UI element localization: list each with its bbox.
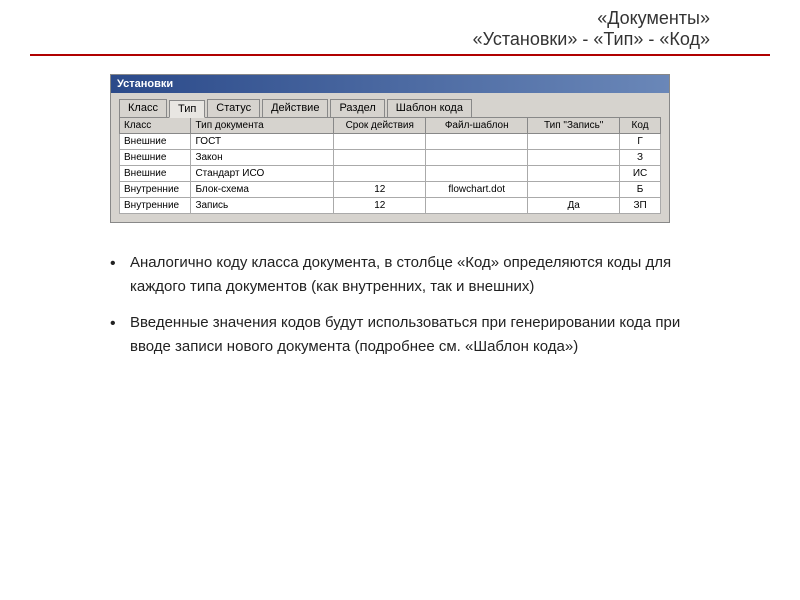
cell-doctype[interactable]: Стандарт ИСО <box>191 166 334 182</box>
table-row[interactable]: ВнутренниеЗапись12 ДаЗП <box>120 198 661 214</box>
bullet-item: Аналогично коду класса документа, в стол… <box>110 251 710 299</box>
cell-kod[interactable]: Г <box>620 134 661 150</box>
cell-klass[interactable]: Внешние <box>120 166 191 182</box>
col-header-doctype[interactable]: Тип документа <box>191 118 334 134</box>
cell-kod[interactable]: ИС <box>620 166 661 182</box>
table-row[interactable]: ВнутренниеБлок-схема12flowchart.dot Б <box>120 182 661 198</box>
cell-file[interactable] <box>426 150 528 166</box>
table-row[interactable]: ВнешниеГОСТ Г <box>120 134 661 150</box>
cell-srok[interactable] <box>334 134 426 150</box>
tab-strip: Класс Тип Статус Действие Раздел Шаблон … <box>111 93 669 117</box>
tab-action[interactable]: Действие <box>262 99 328 117</box>
col-header-validity[interactable]: Срок действия <box>334 118 426 134</box>
cell-file[interactable] <box>426 198 528 214</box>
cell-zapis[interactable] <box>528 166 620 182</box>
cell-doctype[interactable]: Блок-схема <box>191 182 334 198</box>
cell-srok[interactable] <box>334 166 426 182</box>
cell-zapis[interactable] <box>528 134 620 150</box>
settings-window: Установки Класс Тип Статус Действие Разд… <box>110 74 670 223</box>
cell-srok[interactable] <box>334 150 426 166</box>
tab-class[interactable]: Класс <box>119 99 167 117</box>
divider <box>30 54 770 56</box>
bullet-list: Аналогично коду класса документа, в стол… <box>110 251 710 359</box>
cell-doctype[interactable]: Закон <box>191 150 334 166</box>
bullet-item: Введенные значения кодов будут использов… <box>110 311 710 359</box>
window-titlebar: Установки <box>111 75 669 93</box>
page-title: «Документы» <box>30 8 710 29</box>
cell-file[interactable] <box>426 166 528 182</box>
cell-kod[interactable]: ЗП <box>620 198 661 214</box>
cell-zapis[interactable]: Да <box>528 198 620 214</box>
table-header-row: Класс Тип документа Срок действия Файл-ш… <box>120 118 661 134</box>
col-header-file-template[interactable]: Файл-шаблон <box>426 118 528 134</box>
cell-kod[interactable]: З <box>620 150 661 166</box>
col-header-code[interactable]: Код <box>620 118 661 134</box>
cell-kod[interactable]: Б <box>620 182 661 198</box>
page-subtitle: «Установки» - «Тип» - «Код» <box>30 29 710 50</box>
cell-klass[interactable]: Внешние <box>120 134 191 150</box>
tab-code-template[interactable]: Шаблон кода <box>387 99 472 117</box>
cell-doctype[interactable]: Запись <box>191 198 334 214</box>
slide-header: «Документы» «Установки» - «Тип» - «Код» <box>30 8 770 50</box>
cell-zapis[interactable] <box>528 150 620 166</box>
types-table: Класс Тип документа Срок действия Файл-ш… <box>119 117 661 214</box>
cell-file[interactable]: flowchart.dot <box>426 182 528 198</box>
cell-klass[interactable]: Внутренние <box>120 198 191 214</box>
cell-klass[interactable]: Внешние <box>120 150 191 166</box>
cell-srok[interactable]: 12 <box>334 182 426 198</box>
table-container: Класс Тип документа Срок действия Файл-ш… <box>111 117 669 222</box>
table-row[interactable]: ВнешниеСтандарт ИСО ИС <box>120 166 661 182</box>
col-header-class[interactable]: Класс <box>120 118 191 134</box>
tab-section[interactable]: Раздел <box>330 99 384 117</box>
cell-klass[interactable]: Внутренние <box>120 182 191 198</box>
cell-doctype[interactable]: ГОСТ <box>191 134 334 150</box>
col-header-record-type[interactable]: Тип "Запись" <box>528 118 620 134</box>
table-row[interactable]: ВнешниеЗакон З <box>120 150 661 166</box>
tab-status[interactable]: Статус <box>207 99 260 117</box>
cell-file[interactable] <box>426 134 528 150</box>
cell-srok[interactable]: 12 <box>334 198 426 214</box>
tab-type[interactable]: Тип <box>169 100 205 118</box>
cell-zapis[interactable] <box>528 182 620 198</box>
